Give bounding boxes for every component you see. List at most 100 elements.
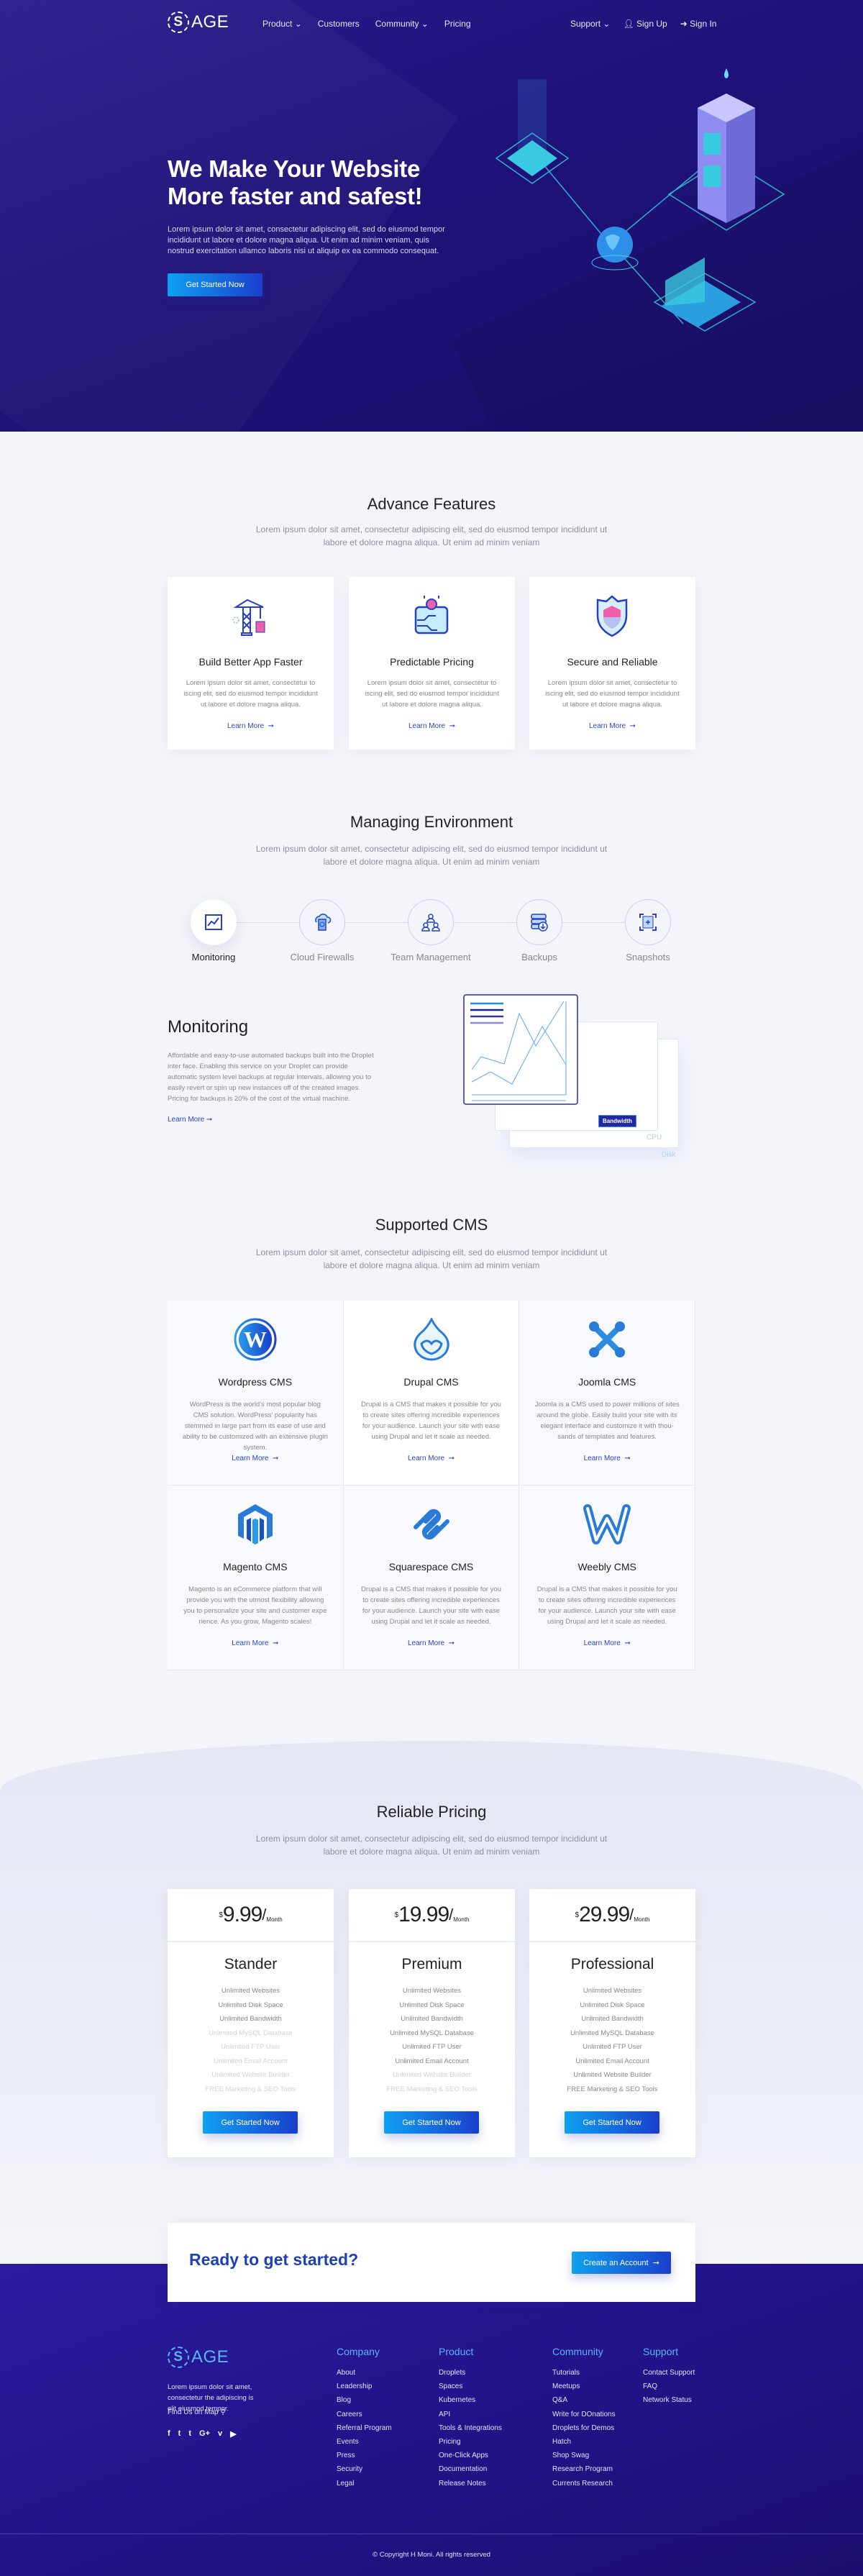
hero-get-started-button[interactable]: Get Started Now bbox=[168, 273, 262, 296]
footer-link[interactable]: Press bbox=[337, 2452, 392, 2465]
footer-link[interactable]: Release Notes bbox=[439, 2480, 502, 2493]
learn-more-link[interactable]: Learn More ➞ bbox=[519, 1455, 695, 1462]
hero-section: S AGE Product ⌄ Customers Community ⌄ Prici… bbox=[0, 0, 863, 432]
arrow-right-icon: ➞ bbox=[268, 1455, 279, 1462]
sign-in-link[interactable]: ➜ Sign In bbox=[680, 19, 717, 29]
nav-support[interactable]: Support ⌄ bbox=[570, 19, 610, 29]
sign-up-link[interactable]: 👤︎ Sign Up bbox=[623, 19, 667, 29]
bandwidth-label: Bandwidth bbox=[598, 1115, 636, 1127]
footer-link[interactable]: Q&A bbox=[552, 2396, 616, 2410]
find-us-on-map-link[interactable]: Find Us on Map ⚲ bbox=[168, 2408, 226, 2416]
learn-more-label: Learn More bbox=[407, 1639, 445, 1647]
footer-link[interactable]: Research Program bbox=[552, 2465, 616, 2479]
youtube-icon[interactable]: ▶ bbox=[230, 2429, 236, 2439]
footer: S AGE Lorem ipsum dolor sit amet, consec… bbox=[0, 2264, 863, 2576]
footer-column-title: Company bbox=[337, 2346, 380, 2357]
arrow-right-icon: ➞ bbox=[620, 1639, 631, 1647]
tab-label: Snapshots bbox=[626, 952, 670, 962]
tumblr-icon[interactable]: t bbox=[188, 2429, 191, 2439]
footer-link[interactable]: About bbox=[337, 2369, 392, 2382]
logo[interactable]: S AGE bbox=[168, 12, 229, 33]
footer-link[interactable]: Hatch bbox=[552, 2438, 616, 2452]
learn-more-link[interactable]: Learn More ➞ bbox=[168, 1639, 343, 1647]
footer-link[interactable]: Contact Support bbox=[643, 2369, 695, 2382]
cms-title: Magento CMS bbox=[223, 1561, 288, 1573]
footer-column-support: Support Contact Support FAQ Network Status bbox=[643, 2346, 695, 2411]
footer-link[interactable]: Referral Program bbox=[337, 2424, 392, 2438]
get-started-button[interactable]: Get Started Now bbox=[384, 2111, 479, 2134]
plan-feature: Unlimited FTP User bbox=[221, 2043, 280, 2051]
nav-item-product[interactable]: Product ⌄ bbox=[262, 19, 302, 29]
footer-logo[interactable]: S AGE bbox=[168, 2347, 229, 2368]
monitoring-learn-more-link[interactable]: Learn More ➞ bbox=[168, 1116, 212, 1124]
footer-link[interactable]: Events bbox=[337, 2438, 392, 2452]
tab-cloud-firewalls[interactable]: Cloud Firewalls bbox=[272, 899, 373, 971]
create-account-button[interactable]: Create an Account ➞ bbox=[572, 2252, 671, 2274]
learn-more-link[interactable]: Learn More ➞ bbox=[344, 1455, 519, 1462]
footer-link[interactable]: Write for DOnations bbox=[552, 2411, 616, 2424]
tab-team-management[interactable]: Team Management bbox=[380, 899, 481, 971]
footer-link[interactable]: Currents Research bbox=[552, 2480, 616, 2493]
learn-more-link[interactable]: Learn More ➞ bbox=[344, 1639, 519, 1647]
footer-column-product: Product Droplets Spaces Kubernetes API Tools … bbox=[439, 2346, 502, 2493]
facebook-icon[interactable]: f bbox=[168, 2429, 170, 2439]
footer-link[interactable]: Tutorials bbox=[552, 2369, 616, 2382]
learn-more-link[interactable]: Learn More ➞ bbox=[168, 722, 334, 730]
tab-label: Team Management bbox=[391, 952, 471, 962]
nav-item-community[interactable]: Community ⌄ bbox=[375, 19, 429, 29]
footer-link[interactable]: Legal bbox=[337, 2480, 392, 2493]
tab-snapshots[interactable]: Snapshots bbox=[598, 899, 698, 971]
footer-link[interactable]: FAQ bbox=[643, 2382, 695, 2396]
footer-link[interactable]: Meetups bbox=[552, 2382, 616, 2396]
nav-item-label: Product bbox=[262, 19, 293, 29]
get-started-button[interactable]: Get Started Now bbox=[565, 2111, 659, 2134]
footer-link[interactable]: Shop Swag bbox=[552, 2452, 616, 2465]
plan-feature: Unlimited Website Builder bbox=[393, 2071, 471, 2079]
footer-link[interactable]: Kubernetes bbox=[439, 2396, 502, 2410]
nav-item-label: Customers bbox=[317, 19, 360, 29]
footer-link[interactable]: Leadership bbox=[337, 2382, 392, 2396]
get-started-button[interactable]: Get Started Now bbox=[203, 2111, 298, 2134]
feature-title: Predictable Pricing bbox=[390, 656, 474, 668]
cms-card: Drupal CMS Drupal is a CMS that makes it … bbox=[343, 1301, 520, 1485]
price-period: Month bbox=[266, 1916, 283, 1923]
plan-feature: Unlimited Bandwidth bbox=[401, 2015, 463, 2023]
learn-more-link[interactable]: Learn More ➞ bbox=[168, 1455, 343, 1462]
footer-link[interactable]: Pricing bbox=[439, 2438, 502, 2452]
vimeo-icon[interactable]: v bbox=[218, 2429, 222, 2439]
nav-support-label: Support bbox=[570, 19, 601, 29]
learn-more-link[interactable]: Learn More ➞ bbox=[519, 1639, 695, 1647]
learn-more-link[interactable]: Learn More ➞ bbox=[529, 722, 695, 730]
footer-link[interactable]: Blog bbox=[337, 2396, 392, 2410]
footer-column-title: Support bbox=[643, 2346, 679, 2357]
footer-link[interactable]: Security bbox=[337, 2465, 392, 2479]
team-icon bbox=[408, 899, 454, 945]
plan-feature: Unlimited Email Account bbox=[395, 2057, 469, 2065]
tab-monitoring[interactable]: Monitoring bbox=[163, 899, 264, 971]
google-plus-icon[interactable]: G+ bbox=[199, 2429, 210, 2439]
pricing-card: $19.99/Month Premium Unlimited Websites Unl… bbox=[349, 1889, 515, 2157]
learn-more-link[interactable]: Learn More ➞ bbox=[349, 722, 515, 730]
footer-link[interactable]: Droplets bbox=[439, 2369, 502, 2382]
footer-link[interactable]: Network Status bbox=[643, 2396, 695, 2410]
footer-link[interactable]: One-Click Apps bbox=[439, 2452, 502, 2465]
map-link-label: Find Us on Map bbox=[168, 2408, 219, 2416]
nav-item-pricing[interactable]: Pricing bbox=[444, 19, 471, 29]
twitter-icon[interactable]: t bbox=[178, 2429, 181, 2439]
footer-link[interactable]: Droplets for Demos bbox=[552, 2424, 616, 2438]
monitoring-text: Affordable and easy-to-use automated bac… bbox=[168, 1052, 374, 1103]
snapshot-icon bbox=[625, 899, 671, 945]
footer-link[interactable]: Documentation bbox=[439, 2465, 502, 2479]
cta-title: Ready to get started? bbox=[189, 2250, 359, 2269]
plan-feature: FREE Marketing & SEO Tools bbox=[205, 2085, 296, 2093]
footer-link[interactable]: Careers bbox=[337, 2411, 392, 2424]
footer-link[interactable]: Spaces bbox=[439, 2382, 502, 2396]
pricing-subtitle: Lorem ipsum dolor sit amet, consectetur … bbox=[255, 1834, 608, 1857]
nav-item-label: Community bbox=[375, 19, 419, 29]
tab-backups[interactable]: Backups bbox=[489, 899, 590, 971]
footer-link[interactable]: Tools & Integrations bbox=[439, 2424, 502, 2438]
footer-column-company: Company About Leadership Blog Careers Referra… bbox=[337, 2346, 392, 2493]
nav-item-customers[interactable]: Customers bbox=[318, 19, 360, 29]
footer-link[interactable]: API bbox=[439, 2411, 502, 2424]
pricing-card: $29.99/Month Professional Unlimited Websit… bbox=[529, 1889, 695, 2157]
